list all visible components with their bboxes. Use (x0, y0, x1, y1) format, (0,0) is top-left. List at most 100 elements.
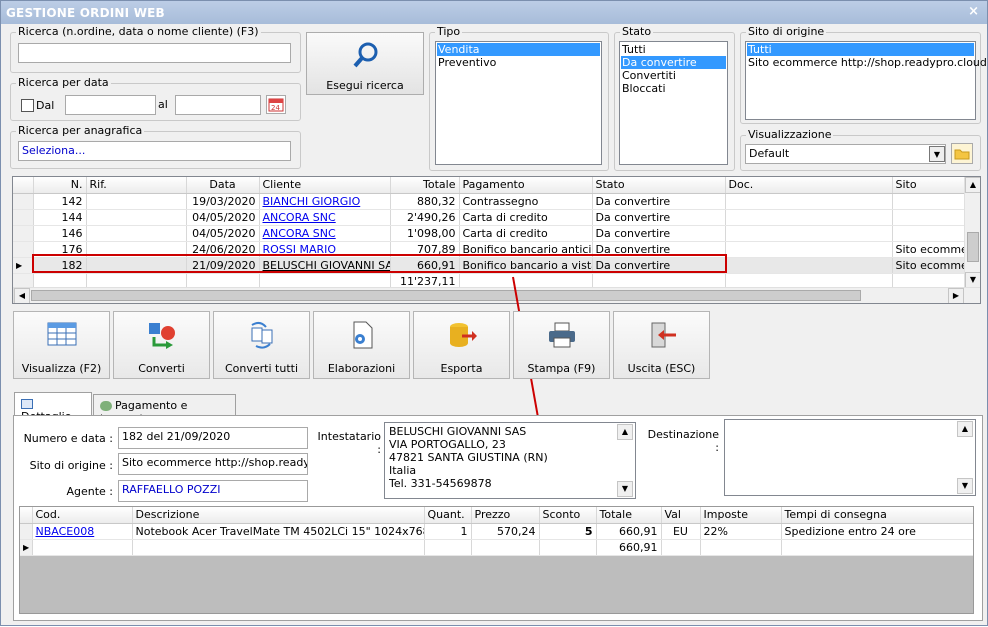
product-code-link[interactable]: NBACE008 (32, 523, 133, 540)
col-header[interactable]: Imposte (700, 507, 782, 524)
list-item[interactable]: Convertiti (621, 69, 726, 82)
scroll-down-icon[interactable]: ▼ (965, 272, 980, 288)
col-header[interactable]: Cliente (259, 177, 391, 194)
lines-total: 660,91 (596, 539, 662, 556)
cell: 880,32 (390, 193, 460, 210)
visualizza-button[interactable]: Visualizza (F2) (13, 311, 110, 379)
converti-tutti-label: Converti tutti (224, 362, 298, 375)
folder-icon[interactable] (951, 143, 973, 164)
col-header[interactable]: Quant. (424, 507, 472, 524)
col-header[interactable]: Totale (596, 507, 662, 524)
stato-list[interactable]: Tutti Da convertire Convertiti Bloccati (619, 41, 728, 165)
intestatario-box[interactable]: BELUSCHI GIOVANNI SAS VIA PORTOGALLO, 23… (384, 422, 636, 499)
list-item[interactable]: Bloccati (621, 82, 726, 95)
visual-select[interactable]: Default (745, 144, 946, 164)
elaborazioni-button[interactable]: Elaborazioni (313, 311, 410, 379)
cell: Carta di credito (459, 225, 593, 242)
list-item[interactable]: Vendita (437, 43, 600, 56)
cell (892, 225, 966, 242)
tab-pagamento[interactable]: Pagamento e trasporto (93, 394, 236, 425)
search-button[interactable]: Esegui ricerca (306, 32, 424, 95)
row-indicator (13, 209, 34, 226)
order-window: GESTIONE ORDINI WEB × Ricerca (n.ordine,… (0, 0, 988, 626)
esporta-label: Esporta (440, 362, 483, 375)
esporta-button[interactable]: Esporta (413, 311, 510, 379)
scroll-thumb[interactable] (967, 232, 979, 262)
stampa-label: Stampa (F9) (527, 362, 596, 375)
tipo-list[interactable]: Vendita Preventivo (435, 41, 602, 165)
scroll-up-icon[interactable]: ▲ (617, 424, 633, 440)
col-header[interactable]: Sito (892, 177, 966, 194)
col-header[interactable]: Tempi di consegna (781, 507, 973, 524)
client-link[interactable]: BIANCHI GIORGIO (259, 193, 391, 210)
discount-cell[interactable]: 5 (539, 523, 597, 540)
current-row-icon: ▶ (20, 539, 33, 556)
tab-dettaglio[interactable]: Dettaglio (14, 392, 92, 423)
col-header[interactable]: Stato (592, 177, 726, 194)
date-from-input[interactable] (65, 95, 156, 115)
anagrafica-input[interactable]: Seleziona... (18, 141, 291, 161)
converti-tutti-button[interactable]: Converti tutti (213, 311, 310, 379)
sito-list[interactable]: Tutti Sito ecommerce http://shop.readypr… (745, 41, 987, 120)
col-header[interactable]: Pagamento (459, 177, 593, 194)
table-row[interactable]: 146 04/05/2020 ANCORA SNC 1'098,00 Carta di … (13, 225, 966, 242)
list-item[interactable]: Sito ecommerce http://shop.readypro.clou… (747, 56, 987, 69)
address-line: 47821 SANTA GIUSTINA (RN) (389, 451, 548, 464)
close-icon[interactable]: × (968, 4, 979, 19)
cell: 142 (33, 193, 87, 210)
search-label: Ricerca (n.ordine, data o nome cliente) … (16, 25, 261, 38)
col-header[interactable]: Totale (390, 177, 460, 194)
new-row[interactable]: ▶ 660,91 (20, 539, 973, 556)
list-item[interactable]: Preventivo (437, 56, 600, 69)
cell: Carta di credito (459, 209, 593, 226)
table-row[interactable]: 144 04/05/2020 ANCORA SNC 2'490,26 Carta di … (13, 209, 966, 226)
orders-vscrollbar[interactable]: ▲ ▼ (964, 177, 980, 288)
scroll-right-icon[interactable]: ▶ (948, 288, 964, 303)
cell (725, 193, 893, 210)
orders-hscrollbar[interactable]: ◀ ▶ (13, 287, 980, 303)
col-header[interactable]: Doc. (725, 177, 893, 194)
dal-checkbox[interactable] (21, 99, 34, 112)
col-header[interactable]: Cod. (32, 507, 133, 524)
scroll-up-icon[interactable]: ▲ (957, 421, 973, 437)
agente-field[interactable]: RAFFAELLO POZZI (118, 480, 308, 502)
agente-label: Agente : (66, 485, 113, 498)
col-header[interactable]: Descrizione (132, 507, 425, 524)
list-item[interactable]: Tutti (621, 43, 726, 56)
address-line: Tel. 331-54569878 (389, 477, 492, 490)
col-header[interactable]: Val (661, 507, 701, 524)
list-item[interactable]: Tutti (747, 43, 974, 56)
cell (86, 193, 187, 210)
scroll-up-icon[interactable]: ▲ (965, 177, 980, 193)
client-link[interactable]: ANCORA SNC (259, 209, 391, 226)
uscita-button[interactable]: Uscita (ESC) (613, 311, 710, 379)
scroll-down-icon[interactable]: ▼ (617, 481, 633, 497)
destinazione-label: Destinazione : (647, 428, 719, 454)
destinazione-box[interactable]: ▲ ▼ (724, 419, 976, 496)
col-header[interactable]: N. (33, 177, 87, 194)
hscroll-thumb[interactable] (31, 290, 861, 301)
table-row[interactable]: 142 19/03/2020 BIANCHI GIORGIO 880,32 Contra… (13, 193, 966, 210)
col-header[interactable]: Data (186, 177, 260, 194)
col-header[interactable]: Prezzo (471, 507, 540, 524)
cell: Sito ecommerce (892, 241, 966, 258)
calendar-icon[interactable]: 24 (266, 95, 286, 114)
cell: Da convertire (592, 209, 726, 226)
chevron-down-icon[interactable]: ▼ (929, 146, 945, 162)
scroll-left-icon[interactable]: ◀ (14, 288, 30, 303)
converti-button[interactable]: Converti (113, 311, 210, 379)
date-to-input[interactable] (175, 95, 261, 115)
row-indicator (20, 523, 33, 540)
cell: 22% (700, 523, 782, 540)
col-header[interactable]: Rif. (86, 177, 187, 194)
cell: 660,91 (596, 523, 662, 540)
numero-field[interactable]: 182 del 21/09/2020 (118, 427, 308, 449)
sito-origine-field[interactable]: Sito ecommerce http://shop.readypro. (118, 453, 308, 475)
client-link[interactable]: ANCORA SNC (259, 225, 391, 242)
list-item[interactable]: Da convertire (621, 56, 726, 69)
col-header[interactable]: Sconto (539, 507, 597, 524)
table-row[interactable]: NBACE008 Notebook Acer TravelMate TM 450… (20, 523, 973, 540)
scroll-down-icon[interactable]: ▼ (957, 478, 973, 494)
stampa-button[interactable]: Stampa (F9) (513, 311, 610, 379)
search-input[interactable] (18, 43, 291, 63)
